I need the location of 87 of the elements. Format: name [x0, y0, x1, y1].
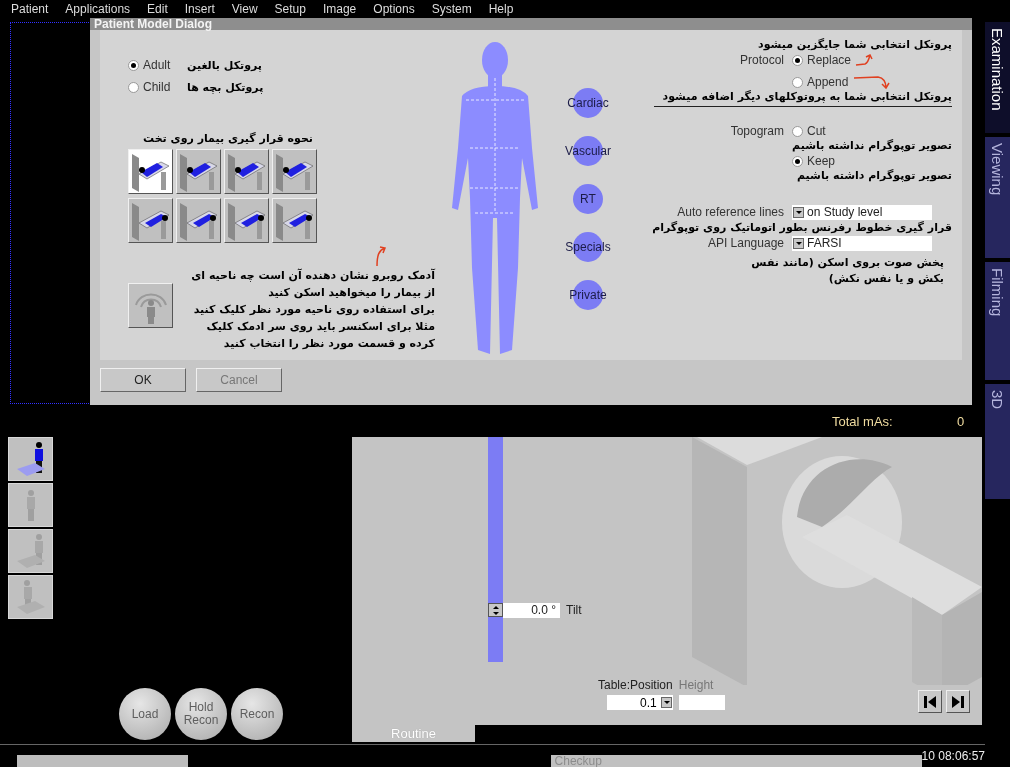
table-patient-icon — [130, 151, 171, 192]
height-label: Height — [678, 678, 714, 692]
menu-item[interactable]: System — [431, 2, 472, 16]
radio-label[interactable]: Replace — [807, 53, 852, 67]
tilt-label: Tilt — [566, 603, 582, 617]
patient-position-button[interactable] — [128, 149, 173, 194]
annotation-text: تصویر توپوگرام نداشته باشیم — [791, 139, 952, 153]
table-patient-icon — [226, 151, 267, 192]
patient-position-button[interactable] — [176, 149, 221, 194]
clock: 10 08:06:57 — [921, 749, 985, 763]
side-tab[interactable]: 3D — [985, 384, 1010, 499]
annotation-text: برای استفاده روی ناحیه مورد نظر کلیک کنید — [192, 302, 435, 318]
radio-button[interactable] — [792, 155, 803, 167]
annotation-text: مثلا برای اسکنسر باید روی سر ادمک کلیک — [205, 319, 435, 335]
patient-position-button[interactable] — [224, 198, 269, 243]
menu-item[interactable]: Edit — [147, 2, 168, 16]
menu-item[interactable]: Help — [488, 2, 514, 16]
protocol-label: Protocol — [738, 53, 785, 67]
side-tab[interactable]: Examination — [985, 22, 1010, 133]
table-patient-icon — [130, 200, 171, 241]
annotation-text: پروتکل بچه ها — [187, 80, 264, 94]
skip-to-end-icon — [951, 694, 965, 709]
menu-item[interactable]: Patient — [11, 2, 49, 16]
side-tab[interactable]: Filming — [985, 262, 1010, 380]
table-position-dropdown[interactable]: 0.1 — [606, 695, 673, 710]
table-position-label: Table:Position — [598, 678, 673, 692]
menu-item[interactable]: Image — [322, 2, 357, 16]
annotation-arrow — [855, 53, 874, 67]
menu-item[interactable]: Setup — [274, 2, 306, 16]
skip-back-button[interactable] — [918, 690, 942, 713]
api-language-dropdown[interactable]: FARSI — [792, 235, 932, 251]
radio-label[interactable]: Child — [143, 80, 183, 94]
radio-button[interactable] — [792, 76, 803, 88]
patient-position-button[interactable] — [176, 198, 221, 243]
table-patient-icon — [274, 151, 315, 192]
annotation-text: از بیمار را میخواهید اسکن کنید — [267, 285, 435, 301]
annotation-text: پروتکل انتخابی شما به پروتوکلهای دیگر اضافه میشود — [654, 90, 952, 107]
api-language-label: API Language — [706, 236, 785, 250]
side-tab[interactable]: Viewing — [985, 137, 1010, 258]
menu-item[interactable]: View — [231, 2, 258, 16]
radio-label[interactable]: Adult — [143, 58, 183, 72]
table-patient-icon — [274, 200, 315, 241]
dialog-button[interactable]: OK — [100, 368, 186, 392]
tilt-field[interactable]: 0.0 ° — [503, 603, 560, 618]
annotation-arrow — [852, 74, 893, 90]
annotation-text: پروتکل انتخابی شما جایگزین میشود — [757, 38, 952, 52]
height-field[interactable] — [678, 695, 725, 710]
annotation-text: پخش صوت بروی اسکن (مانند نفس بکش و یا نفس نکش) — [750, 255, 944, 287]
annotation-text: تصویر توپوگرام داشته باشیم — [795, 169, 952, 183]
auto-reference-label: Auto reference lines — [676, 205, 785, 219]
annotation-text: آدمک روبرو نشان دهنده آن است چه ناحیه ای — [190, 267, 435, 284]
annotation-arrow — [374, 245, 388, 267]
table-patient-icon — [226, 200, 267, 241]
patient-position-button[interactable] — [224, 149, 269, 194]
annotation-text: قرار گیری خطوط رفرنس بطور اتوماتیک روی توپوگرام — [651, 221, 952, 235]
table-patient-icon — [178, 151, 219, 192]
patient-position-button[interactable] — [272, 198, 317, 243]
menu-item[interactable]: Options — [373, 2, 415, 16]
patient-position-button[interactable] — [128, 198, 173, 243]
total-mas-value: 0 — [957, 413, 965, 429]
skip-forward-button[interactable] — [946, 690, 970, 713]
table-patient-icon — [178, 200, 219, 241]
auto-reference-dropdown[interactable]: on Study level — [792, 204, 932, 220]
topogram-label: Topogram — [729, 124, 785, 138]
annotation-text: نحوه قرار گیری بیمار روی تخت — [142, 132, 314, 145]
radio-label[interactable]: Append — [807, 75, 849, 89]
radio-button[interactable] — [128, 81, 139, 93]
patient-figure-icon — [15, 579, 46, 615]
total-mas-label: Total mAs: — [832, 413, 894, 429]
radio-button[interactable] — [792, 54, 803, 66]
annotation-text: کرده و قسمت مورد نظر را انتخاب کنید — [222, 336, 435, 352]
dialog-title: Patient Model Dialog — [90, 18, 972, 30]
patient-figure-icon — [15, 441, 46, 477]
spin-control[interactable] — [488, 603, 503, 617]
radio-label[interactable]: Cut — [807, 124, 826, 138]
menu-item[interactable]: Insert — [184, 2, 215, 16]
skip-to-start-icon — [923, 694, 937, 709]
menu-item[interactable]: Applications — [65, 2, 131, 16]
patient-position-button[interactable] — [272, 149, 317, 194]
radio-label[interactable]: Keep — [807, 154, 836, 168]
radio-button[interactable] — [792, 125, 803, 137]
annotation-text: پروتکل بالغین — [187, 58, 262, 72]
radio-button[interactable] — [128, 59, 139, 71]
mode-button[interactable] — [8, 437, 53, 481]
patient-figure-icon — [25, 489, 36, 521]
patient-figure-icon — [15, 533, 46, 569]
region-select-button[interactable] — [128, 283, 173, 328]
